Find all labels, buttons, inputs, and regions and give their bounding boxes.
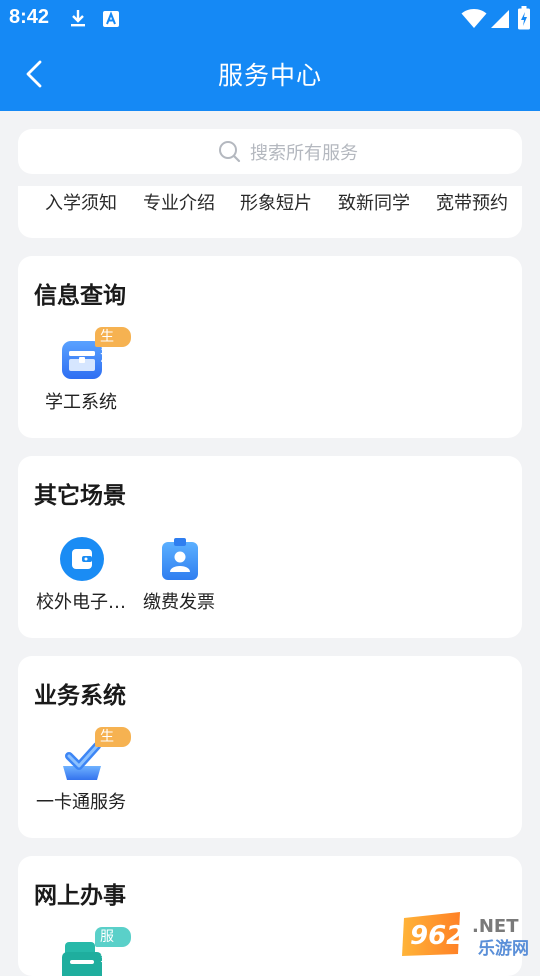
cellular-signal-icon xyxy=(491,10,509,28)
section-title: 其它场景 xyxy=(34,483,126,509)
service-tile-fee-invoice[interactable]: 缴费发票 xyxy=(129,531,229,621)
status-time: 8:42 xyxy=(9,6,50,28)
quick-link-promo-video[interactable]: 形象短片 xyxy=(240,189,312,215)
tag-badge: 生活 xyxy=(95,327,131,365)
service-label: 学工系统 xyxy=(45,392,117,413)
page-title: 服务中心 xyxy=(217,61,322,90)
watermark-number: 962 xyxy=(410,921,464,951)
tag-badge: 生活 xyxy=(95,727,131,765)
section-info-query: 信息查询 生活 学工系统 xyxy=(18,256,522,438)
service-tile-student-affairs[interactable]: 生活 学工系统 xyxy=(31,327,131,421)
service-label: 一卡通服务 xyxy=(36,792,126,813)
service-tile-online-service[interactable]: 服务 xyxy=(31,927,131,976)
search-placeholder: 搜索所有服务 xyxy=(250,143,358,164)
quick-link-admission-notice[interactable]: 入学须知 xyxy=(45,189,117,215)
section-title: 业务系统 xyxy=(34,683,126,709)
section-title: 信息查询 xyxy=(34,283,126,309)
tag-badge: 服务 xyxy=(95,927,131,965)
watermark-logo: 962 .NET 乐游网 xyxy=(402,912,529,959)
watermark-text: 乐游网 xyxy=(478,938,529,959)
section-title: 网上办事 xyxy=(34,883,126,909)
service-label: 校外电子… xyxy=(36,592,126,613)
user-badge-icon xyxy=(162,538,198,580)
quick-link-major-intro[interactable]: 专业介绍 xyxy=(143,189,215,215)
quick-link-broadband-booking[interactable]: 宽带预约 xyxy=(436,189,508,215)
accessibility-app-icon xyxy=(103,11,119,27)
download-icon xyxy=(71,10,85,27)
search-bar[interactable]: 搜索所有服务 xyxy=(18,129,522,174)
section-other-scenarios: 其它场景 校外电子… 缴费发票 xyxy=(18,456,522,638)
quick-links-card: 入学须知 专业介绍 形象短片 致新同学 宽带预约 xyxy=(18,186,522,238)
quick-link-letter-to-freshmen[interactable]: 致新同学 xyxy=(338,189,410,215)
watermark-suffix: .NET xyxy=(472,916,519,937)
wifi-icon xyxy=(461,9,487,28)
service-tile-e-wallet[interactable]: 校外电子… xyxy=(31,531,131,621)
battery-icon xyxy=(518,6,530,30)
app-bar: 服务中心 xyxy=(0,36,540,111)
service-tile-campus-card[interactable]: 生活 一卡通服务 xyxy=(31,727,131,821)
search-icon xyxy=(219,141,241,163)
section-business-systems: 业务系统 生活 一卡通服务 xyxy=(18,656,522,838)
wallet-icon xyxy=(60,537,104,581)
status-bar: 8:42 xyxy=(0,0,540,36)
service-label: 缴费发票 xyxy=(143,592,215,613)
